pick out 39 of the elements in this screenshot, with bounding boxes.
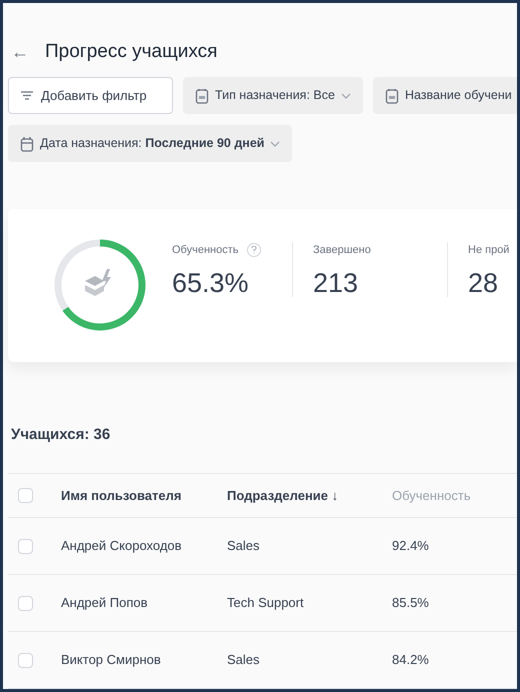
chevron-down-icon bbox=[270, 140, 280, 147]
learners-count: Учащихся: 36 bbox=[11, 424, 112, 444]
stat-value: 65.3% bbox=[172, 270, 250, 298]
back-button[interactable]: ← bbox=[11, 39, 29, 66]
table-cell-text: Sales bbox=[227, 537, 261, 556]
chevron-down-icon bbox=[340, 92, 351, 99]
filter-label: Тип назначения: Все bbox=[215, 87, 335, 104]
table-cell-text: Tech Support bbox=[227, 594, 305, 612]
table-cell-text: 84.2% bbox=[392, 651, 429, 670]
filter-dropdown[interactable]: Название обучени bbox=[372, 77, 517, 114]
filter-icon bbox=[21, 91, 33, 100]
boxes-icon bbox=[85, 269, 111, 296]
page-title: Прогресс учащихся bbox=[45, 40, 218, 64]
table-cell-text: Андрей Попов bbox=[61, 594, 149, 612]
stat-label: Обученность bbox=[172, 242, 238, 258]
stat-label: Не прой bbox=[468, 242, 510, 258]
select-all-checkbox[interactable] bbox=[18, 488, 33, 503]
help-icon[interactable] bbox=[246, 242, 260, 257]
filter-dropdown[interactable]: Тип назначения: Все bbox=[183, 77, 363, 114]
filter-label: Название обучени bbox=[404, 87, 512, 104]
stat-label: Завершено bbox=[313, 242, 371, 258]
table-cell-text: Виктор Смирнов bbox=[61, 651, 162, 670]
document-icon bbox=[195, 88, 209, 104]
document-icon bbox=[384, 88, 399, 104]
calendar-icon bbox=[20, 136, 34, 152]
row-checkbox[interactable] bbox=[18, 538, 33, 554]
row-checkbox[interactable] bbox=[18, 596, 33, 610]
stat-value: 28 bbox=[468, 270, 500, 298]
filter-dropdown[interactable]: Дата назначения: Последние 90 дней bbox=[8, 125, 292, 162]
filter-label: Дата назначения: Последние 90 дней bbox=[40, 135, 264, 152]
stat-value: 213 bbox=[313, 270, 360, 298]
table-cell-text: 92.4% bbox=[392, 537, 429, 556]
table-cell-text: Андрей Скороходов bbox=[61, 537, 183, 556]
add-filter-button[interactable]: Добавить фильтр bbox=[8, 77, 173, 114]
column-header[interactable]: Подразделение ↓ bbox=[227, 486, 392, 506]
row-checkbox[interactable] bbox=[18, 652, 33, 668]
table-cell-text: Sales bbox=[227, 651, 261, 670]
column-header[interactable]: Имя пользователя bbox=[61, 486, 227, 506]
table-cell-text: 85.5% bbox=[392, 594, 429, 612]
